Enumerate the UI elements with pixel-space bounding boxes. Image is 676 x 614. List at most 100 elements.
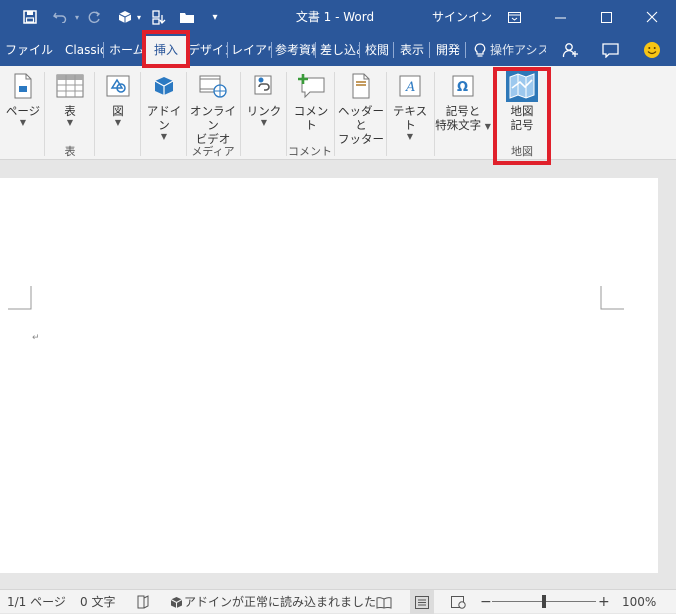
comments-icon[interactable] <box>598 34 622 66</box>
tab-home[interactable]: ホーム <box>104 34 146 66</box>
undo-icon[interactable] <box>48 0 72 34</box>
page-icon <box>7 70 39 102</box>
tab-insert[interactable]: 挿入 <box>146 36 186 66</box>
group-divider <box>94 72 95 156</box>
group-divider <box>386 72 387 156</box>
margin-corner-left <box>8 286 32 310</box>
online-video-icon <box>197 70 229 102</box>
symbols-label-2-text: 特殊文字 <box>435 118 482 132</box>
links-button[interactable]: リンク ▼ <box>244 70 284 128</box>
print-layout-icon[interactable] <box>410 590 434 614</box>
zoom-out-button[interactable]: − <box>480 590 492 614</box>
proofing-icon[interactable] <box>134 590 150 614</box>
zoom-level[interactable]: 100% <box>622 590 656 614</box>
shapes-icon <box>102 70 134 102</box>
addins-label: アドイン <box>146 104 182 132</box>
customize-qat-icon[interactable]: ▾ <box>206 0 224 34</box>
chevron-down-icon: ▼ <box>19 118 27 127</box>
links-label: リンク <box>246 104 282 118</box>
chevron-down-icon: ▼ <box>114 118 122 127</box>
group-divider <box>494 72 495 156</box>
online-video-label-1: オンライン <box>190 104 236 132</box>
map-symbol-button[interactable]: 地図 記号 <box>497 70 547 132</box>
header-footer-label-2: フッター <box>338 132 384 146</box>
group-divider <box>44 72 45 156</box>
group-label-table: 表 <box>64 145 76 158</box>
table-button[interactable]: 表 ▼ <box>50 70 90 128</box>
symbols-button[interactable]: Ω 記号と 特殊文字 ▼ <box>434 70 492 132</box>
link-icon <box>248 70 280 102</box>
minimize-icon[interactable] <box>538 0 582 34</box>
chevron-down-icon: ▼ <box>484 122 491 131</box>
group-divider <box>186 72 187 156</box>
word-count[interactable]: 0 文字 <box>80 590 115 614</box>
paragraph-mark-icon: ↵ <box>32 333 40 343</box>
tab-review[interactable]: 校閲 <box>360 34 394 66</box>
table-label: 表 <box>64 104 76 118</box>
table-icon <box>54 70 86 102</box>
open-folder-icon[interactable] <box>176 0 198 34</box>
group-divider <box>240 72 241 156</box>
page-count[interactable]: 1/1 ページ <box>7 590 66 614</box>
map-symbol-label-1: 地図 <box>510 104 534 118</box>
online-video-button[interactable]: オンライン ビデオ <box>188 70 238 146</box>
status-bar: 1/1 ページ 0 文字 アドインが正常に読み込まれました − + 100% <box>0 589 676 614</box>
tab-mailings[interactable]: 差し込み文書 <box>316 34 360 66</box>
close-icon[interactable] <box>630 0 674 34</box>
ribbon-insert: ページ ▼ 表 ▼ 表 図 ▼ アドイン ▼ オンライン ビデオ メディア リン… <box>0 66 676 223</box>
omega-icon: Ω <box>447 70 479 102</box>
tab-classic[interactable]: Classic <box>58 34 104 66</box>
lightbulb-icon <box>472 34 488 66</box>
header-footer-button[interactable]: ヘッダーと フッター <box>336 70 386 146</box>
share-user-icon[interactable] <box>558 34 582 66</box>
document-area: ↵ <box>0 161 676 589</box>
new-comment-button[interactable]: コメント <box>290 70 332 132</box>
group-divider <box>140 72 141 156</box>
vertical-scrollbar[interactable] <box>658 161 676 589</box>
ribbon-display-options-icon[interactable] <box>492 0 536 34</box>
addin-status-text: アドインが正常に読み込まれました <box>184 595 377 609</box>
touch-mode-icon[interactable] <box>148 0 170 34</box>
svg-text:A: A <box>405 80 415 95</box>
illustrations-label: 図 <box>112 104 124 118</box>
tab-references[interactable]: 参考資料 <box>272 34 316 66</box>
signin-link[interactable]: サインイン <box>432 0 492 34</box>
title-bar: ▾ ▾ ▾ 文書 1 - Word サインイン <box>0 0 676 34</box>
feedback-smiley-icon[interactable] <box>640 34 664 66</box>
zoom-slider-thumb[interactable] <box>542 595 546 608</box>
zoom-in-button[interactable]: + <box>598 590 610 614</box>
tab-design[interactable]: デザイン <box>186 34 228 66</box>
tab-view[interactable]: 表示 <box>394 34 430 66</box>
tab-layout[interactable]: レイアウト <box>228 34 272 66</box>
comment-label: コメント <box>293 104 329 132</box>
map-icon <box>506 70 538 102</box>
pages-button[interactable]: ページ ▼ <box>4 70 42 128</box>
tell-me-box[interactable]: 操作アシスト <box>490 34 546 66</box>
illustrations-button[interactable]: 図 ▼ <box>98 70 138 128</box>
document-page[interactable]: ↵ <box>0 178 658 573</box>
group-label-comment: コメント <box>288 145 332 158</box>
group-divider <box>334 72 335 156</box>
margin-corner-right <box>600 286 624 310</box>
header-footer-icon <box>345 70 377 102</box>
symbols-label-2: 特殊文字 ▼ <box>434 118 492 132</box>
undo-dropdown-icon[interactable]: ▾ <box>72 0 82 34</box>
header-footer-label-1: ヘッダーと <box>338 104 384 132</box>
chevron-down-icon: ▼ <box>66 118 74 127</box>
text-button[interactable]: A テキスト ▼ <box>388 70 432 142</box>
tab-file[interactable]: ファイル <box>0 34 58 66</box>
web-layout-icon[interactable] <box>448 590 468 614</box>
addins-button[interactable]: アドイン ▼ <box>144 70 184 142</box>
addin-icon[interactable] <box>114 0 136 34</box>
save-icon[interactable] <box>18 0 42 34</box>
document-title: 文書 1 - Word <box>295 10 375 24</box>
addin-dropdown-icon[interactable]: ▾ <box>134 0 144 34</box>
svg-text:Ω: Ω <box>457 80 468 95</box>
maximize-icon[interactable] <box>584 0 628 34</box>
redo-icon[interactable] <box>84 0 104 34</box>
addin-cube-icon <box>148 70 180 102</box>
read-mode-icon[interactable] <box>374 590 394 614</box>
chevron-down-icon: ▼ <box>160 132 168 141</box>
text-box-icon: A <box>394 70 426 102</box>
tab-developer[interactable]: 開発 <box>430 34 466 66</box>
